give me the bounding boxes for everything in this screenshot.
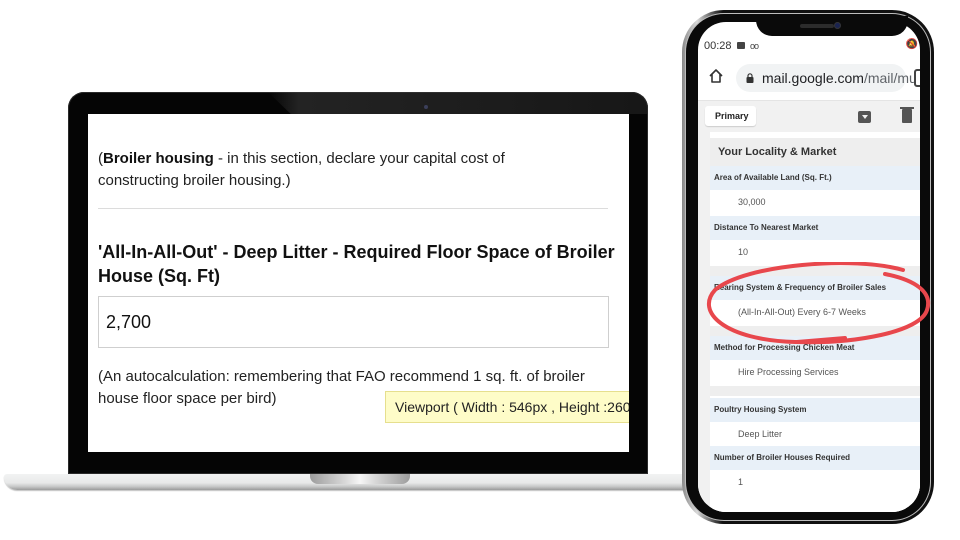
field-gap <box>710 326 920 336</box>
mute-icon: 🔕 <box>905 39 918 50</box>
summary-document: Your Locality & Market Area of Available… <box>710 132 920 512</box>
voicemail-icon: oo <box>750 41 759 51</box>
laptop-camera-icon <box>424 105 428 109</box>
field-value: 1 <box>710 470 920 494</box>
browser-toolbar: mail.google.com/mail/mu <box>698 60 920 96</box>
field-value: 10 <box>710 240 920 264</box>
status-bar: 00:28 oo 🔕 <box>698 36 920 52</box>
laptop-screen: (Broiler housing - in this section, decl… <box>88 114 629 452</box>
field-value: Hire Processing Services <box>710 360 920 384</box>
field-label: Rearing System & Frequency of Broiler Sa… <box>710 276 920 300</box>
section-intro-bold: Broiler housing <box>103 150 214 167</box>
section-title: Your Locality & Market <box>710 138 920 166</box>
trash-icon[interactable] <box>900 107 914 123</box>
phone-camera-icon <box>834 22 841 29</box>
archive-icon[interactable] <box>858 111 871 123</box>
gmail-toolbar: Primary <box>698 100 920 132</box>
back-to-primary-button[interactable]: Primary <box>705 106 756 126</box>
field-value: Deep Litter <box>710 422 920 446</box>
lock-icon <box>746 73 754 83</box>
address-bar[interactable]: mail.google.com/mail/mu <box>736 64 917 92</box>
field-gap <box>710 386 920 396</box>
floor-space-input[interactable] <box>98 296 609 348</box>
field-label: Distance To Nearest Market <box>710 216 920 240</box>
url-text: mail.google.com/mail/mu <box>762 70 917 86</box>
tabs-icon[interactable] <box>914 69 920 87</box>
email-body: Your Locality & Market Area of Available… <box>698 132 920 512</box>
field-label: Method for Processing Chicken Meat <box>710 336 920 360</box>
field-label: Number of Broiler Houses Required <box>710 446 920 470</box>
section-divider <box>98 208 608 209</box>
floor-space-heading: 'All-In-All-Out' - Deep Litter - Require… <box>98 242 615 286</box>
bezel-glare <box>268 92 648 114</box>
phone-screen: 00:28 oo 🔕 mail.google.com/mail/mu Prima… <box>698 22 920 512</box>
section-intro: (Broiler housing - in this section, decl… <box>98 150 505 189</box>
status-time: 00:28 <box>704 40 732 52</box>
field-value: 30,000 <box>710 190 920 214</box>
field-gap <box>710 266 920 276</box>
phone-speaker <box>800 24 834 28</box>
home-icon[interactable] <box>708 68 724 84</box>
field-label: Area of Available Land (Sq. Ft.) <box>710 166 920 190</box>
image-icon <box>737 42 745 49</box>
viewport-tooltip: Viewport ( Width : 546px , Height :260px… <box>385 391 629 423</box>
field-value: (All-In-All-Out) Every 6-7 Weeks <box>710 300 920 324</box>
laptop-open-notch <box>310 474 410 484</box>
field-label: Poultry Housing System <box>710 398 920 422</box>
